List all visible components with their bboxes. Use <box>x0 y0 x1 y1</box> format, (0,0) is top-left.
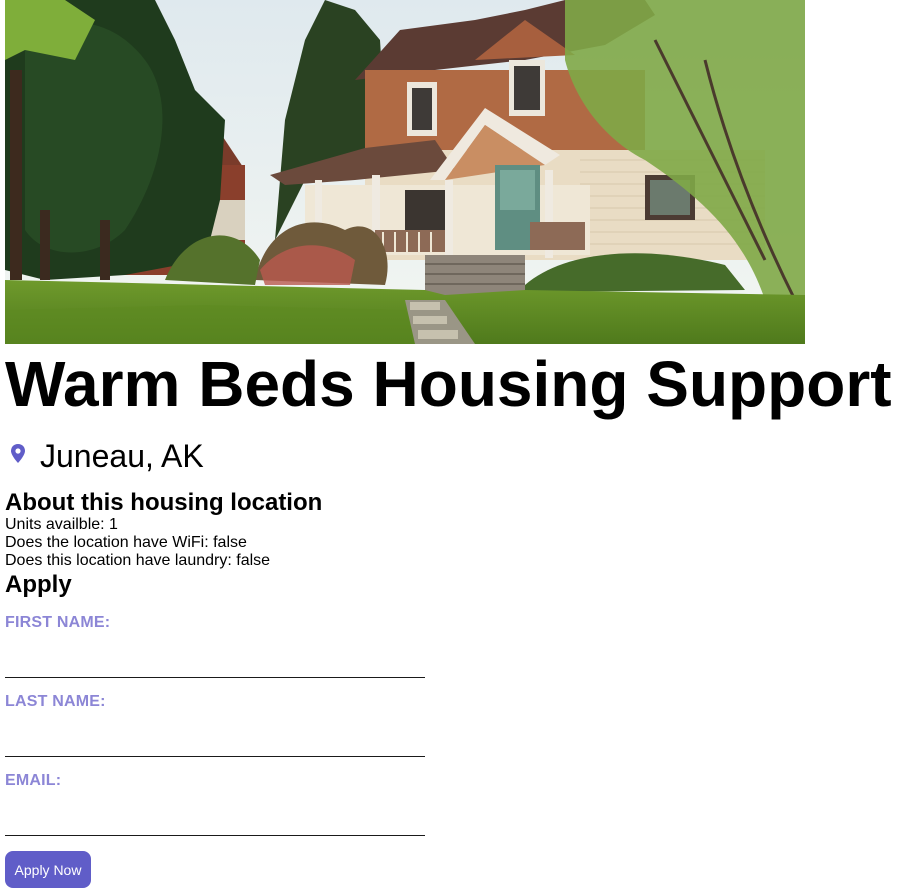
apply-heading: Apply <box>5 571 72 598</box>
email-input[interactable] <box>5 806 425 836</box>
last-name-label: LAST NAME: <box>5 693 106 710</box>
features-list: Units availble: 1 Does the location have… <box>5 516 270 570</box>
listing-heading: Warm Beds Housing Support <box>5 348 892 420</box>
wifi-feature: Does the location have WiFi: false <box>5 534 247 551</box>
listing-photo <box>5 0 805 344</box>
units-available: Units availble: 1 <box>5 516 118 533</box>
location-text: Juneau, AK <box>40 438 204 474</box>
last-name-input[interactable] <box>5 727 425 757</box>
laundry-feature: Does this location have laundry: false <box>5 552 271 569</box>
listing-location: Juneau, AK <box>5 436 204 476</box>
first-name-input[interactable] <box>5 648 425 678</box>
apply-now-button[interactable]: Apply Now <box>5 851 91 888</box>
email-label: EMAIL: <box>5 772 62 789</box>
map-pin-icon <box>11 444 25 463</box>
first-name-label: FIRST NAME: <box>5 614 111 631</box>
about-heading: About this housing location <box>5 489 323 516</box>
